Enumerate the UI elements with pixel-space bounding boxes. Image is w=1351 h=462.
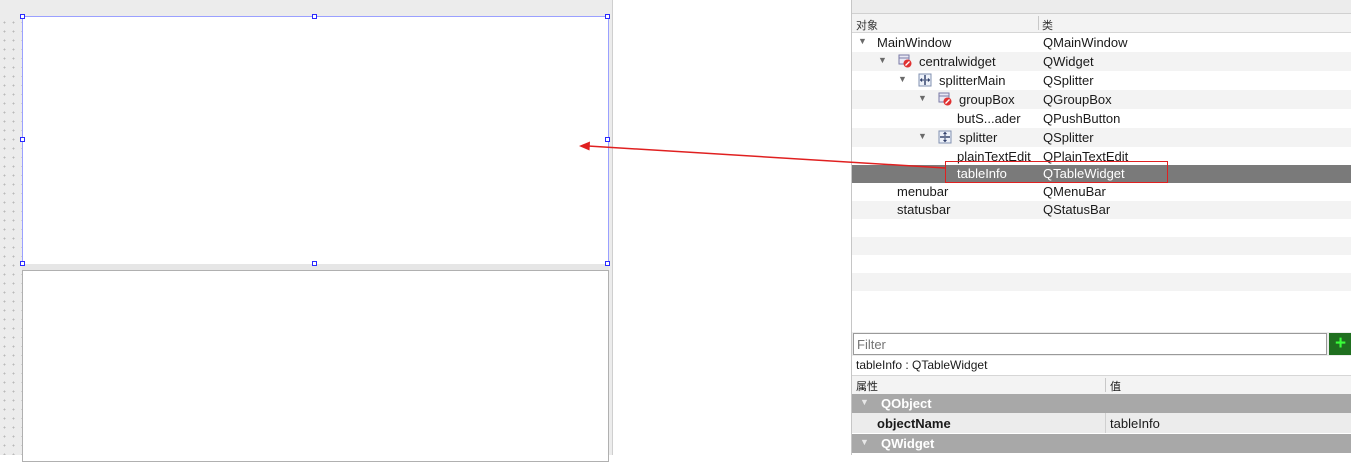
annotation-arrow [579,141,946,169]
arrow-head [579,141,590,151]
arrow-line [587,145,946,169]
